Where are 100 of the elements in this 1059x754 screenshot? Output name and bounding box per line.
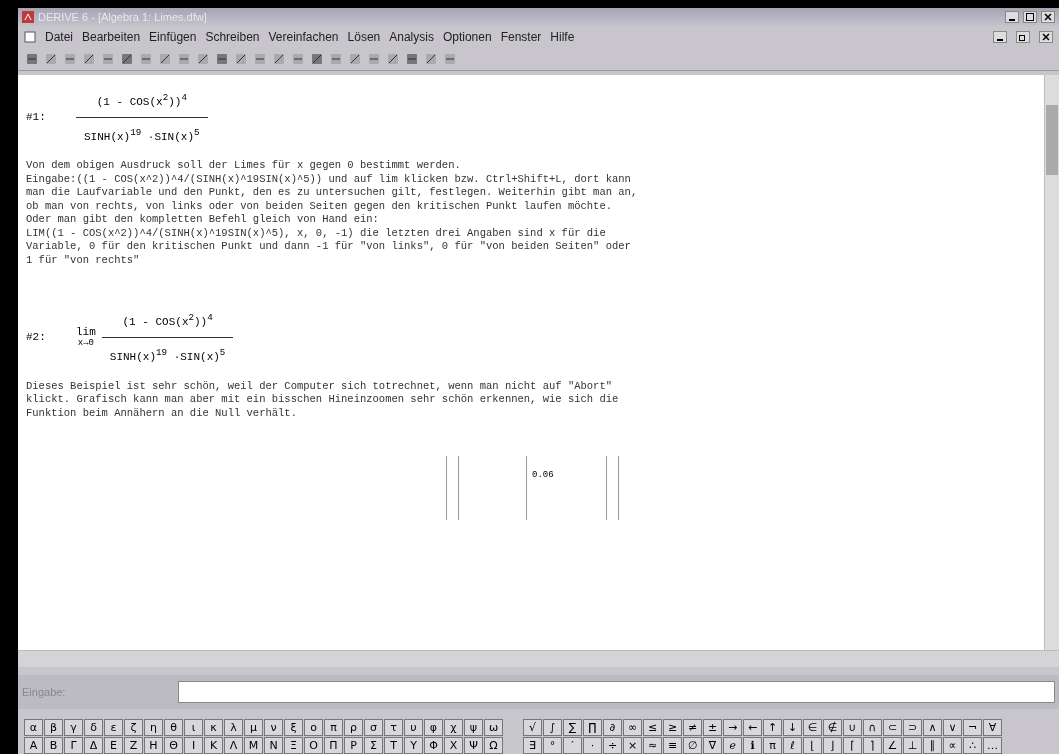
symbol-key[interactable]: ∀: [983, 719, 1002, 736]
symbol-key[interactable]: ÷: [603, 737, 622, 754]
symbol-key[interactable]: ∩: [863, 719, 882, 736]
symbol-key[interactable]: ∅: [683, 737, 702, 754]
toolbar-icon[interactable]: [24, 51, 40, 67]
symbol-key[interactable]: ∪: [843, 719, 862, 736]
symbol-key[interactable]: ≈: [643, 737, 662, 754]
symbol-key[interactable]: Τ: [384, 737, 403, 754]
close-button[interactable]: [1039, 31, 1053, 43]
menu-item[interactable]: Einfügen: [149, 30, 197, 44]
symbol-key[interactable]: π: [324, 719, 343, 736]
minimize-button[interactable]: [1005, 11, 1019, 23]
symbol-key[interactable]: τ: [384, 719, 403, 736]
symbol-key[interactable]: Ω: [484, 737, 503, 754]
symbol-key[interactable]: ≥: [663, 719, 682, 736]
symbol-key[interactable]: Χ: [444, 737, 463, 754]
symbol-key[interactable]: Δ: [84, 737, 103, 754]
symbol-key[interactable]: Ι: [184, 737, 203, 754]
symbol-key[interactable]: Ε: [104, 737, 123, 754]
symbol-key[interactable]: ℓ: [783, 737, 802, 754]
symbol-key[interactable]: ∈: [803, 719, 822, 736]
symbol-key[interactable]: χ: [444, 719, 463, 736]
symbol-key[interactable]: →: [723, 719, 742, 736]
menu-item[interactable]: Datei: [45, 30, 73, 44]
symbol-key[interactable]: ∥: [923, 737, 942, 754]
symbol-key[interactable]: γ: [64, 719, 83, 736]
toolbar-icon[interactable]: [233, 51, 249, 67]
symbol-key[interactable]: √: [523, 719, 542, 736]
document-icon[interactable]: [24, 31, 36, 43]
symbol-key[interactable]: Κ: [204, 737, 223, 754]
symbol-key[interactable]: β: [44, 719, 63, 736]
symbol-key[interactable]: Θ: [164, 737, 183, 754]
symbol-key[interactable]: ∨: [943, 719, 962, 736]
symbol-key[interactable]: ζ: [124, 719, 143, 736]
toolbar-icon[interactable]: [157, 51, 173, 67]
symbol-key[interactable]: ∂: [603, 719, 622, 736]
menu-item[interactable]: Lösen: [347, 30, 381, 44]
symbol-key[interactable]: ⌉: [863, 737, 882, 754]
symbol-key[interactable]: ω: [484, 719, 503, 736]
toolbar-icon[interactable]: [43, 51, 59, 67]
symbol-key[interactable]: Ξ: [284, 737, 303, 754]
symbol-key[interactable]: Λ: [224, 737, 243, 754]
symbol-key[interactable]: π: [763, 737, 782, 754]
symbol-key[interactable]: Φ: [424, 737, 443, 754]
toolbar-icon[interactable]: [81, 51, 97, 67]
symbol-key[interactable]: Γ: [64, 737, 83, 754]
toolbar-icon[interactable]: [423, 51, 439, 67]
symbol-key[interactable]: ∠: [883, 737, 902, 754]
symbol-key[interactable]: υ: [404, 719, 423, 736]
symbol-key[interactable]: Ο: [304, 737, 323, 754]
toolbar-icon[interactable]: [385, 51, 401, 67]
horizontal-scrollbar[interactable]: [18, 650, 1059, 667]
symbol-key[interactable]: Μ: [244, 737, 263, 754]
menu-item[interactable]: Schreiben: [205, 30, 260, 44]
symbol-key[interactable]: Σ: [364, 737, 383, 754]
vertical-scrollbar[interactable]: [1044, 75, 1059, 650]
toolbar-icon[interactable]: [404, 51, 420, 67]
symbol-key[interactable]: Υ: [404, 737, 423, 754]
restore-button[interactable]: [1016, 31, 1030, 43]
symbol-key[interactable]: ℯ: [723, 737, 742, 754]
menu-item[interactable]: Fenster: [500, 30, 542, 44]
symbol-key[interactable]: ∞: [623, 719, 642, 736]
symbol-key[interactable]: Ψ: [464, 737, 483, 754]
symbol-key[interactable]: μ: [244, 719, 263, 736]
symbol-key[interactable]: ℹ: [743, 737, 762, 754]
toolbar-icon[interactable]: [195, 51, 211, 67]
symbol-key[interactable]: ↑: [763, 719, 782, 736]
symbol-key[interactable]: λ: [224, 719, 243, 736]
toolbar-icon[interactable]: [119, 51, 135, 67]
symbol-key[interactable]: θ: [164, 719, 183, 736]
symbol-key[interactable]: ∉: [823, 719, 842, 736]
menu-item[interactable]: Hilfe: [550, 30, 575, 44]
symbol-key[interactable]: ⌈: [843, 737, 862, 754]
symbol-key[interactable]: ′: [563, 737, 582, 754]
symbol-key[interactable]: ⌊: [803, 737, 822, 754]
symbol-key[interactable]: ∏: [583, 719, 602, 736]
input-field[interactable]: [178, 681, 1055, 703]
symbol-key[interactable]: ≡: [663, 737, 682, 754]
symbol-key[interactable]: φ: [424, 719, 443, 736]
symbol-key[interactable]: ∑: [563, 719, 582, 736]
symbol-key[interactable]: κ: [204, 719, 223, 736]
symbol-key[interactable]: Ζ: [124, 737, 143, 754]
symbol-key[interactable]: Η: [144, 737, 163, 754]
menu-item[interactable]: Vereinfachen: [268, 30, 339, 44]
symbol-key[interactable]: ∝: [943, 737, 962, 754]
symbol-key[interactable]: ≠: [683, 719, 702, 736]
toolbar-icon[interactable]: [309, 51, 325, 67]
symbol-key[interactable]: ∧: [923, 719, 942, 736]
symbol-key[interactable]: Α: [24, 737, 43, 754]
symbol-key[interactable]: ←: [743, 719, 762, 736]
symbol-key[interactable]: Ρ: [344, 737, 363, 754]
symbol-key[interactable]: ⊃: [903, 719, 922, 736]
symbol-key[interactable]: ¬: [963, 719, 982, 736]
symbol-key[interactable]: ε: [104, 719, 123, 736]
minimize-button[interactable]: [993, 31, 1007, 43]
symbol-key[interactable]: α: [24, 719, 43, 736]
toolbar-icon[interactable]: [347, 51, 363, 67]
symbol-key[interactable]: ρ: [344, 719, 363, 736]
symbol-key[interactable]: ν: [264, 719, 283, 736]
symbol-key[interactable]: ⊥: [903, 737, 922, 754]
